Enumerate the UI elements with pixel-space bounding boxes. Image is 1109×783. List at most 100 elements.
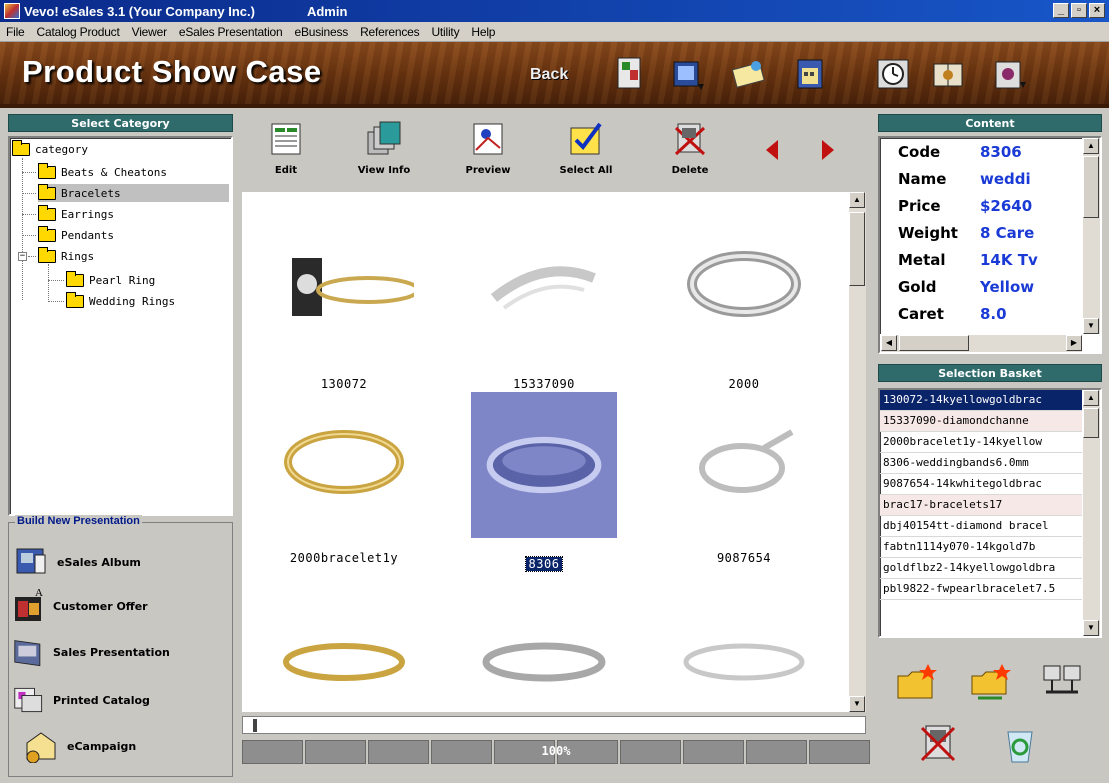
tree-node-beats-cheatons[interactable]: Beats & Cheatons — [38, 162, 167, 181]
scroll-down-icon[interactable]: ▼ — [849, 696, 865, 712]
scroll-down-icon[interactable]: ▼ — [1083, 620, 1099, 636]
detail-value: 8306 — [980, 143, 1022, 161]
product-item[interactable] — [254, 622, 434, 712]
list-item[interactable]: 9087654-14kwhitegoldbrac — [880, 474, 1082, 495]
view-info-button[interactable]: View Info — [344, 120, 424, 176]
scroll-thumb[interactable] — [849, 212, 865, 286]
menu-file[interactable]: File — [0, 25, 31, 39]
recycle-bin-icon[interactable] — [998, 722, 1042, 766]
previous-arrow-icon[interactable] — [766, 140, 778, 160]
product-image — [284, 430, 404, 494]
menu-catalog-product[interactable]: Catalog Product — [31, 25, 126, 39]
folder-icon — [66, 291, 84, 308]
ecampaign-button[interactable]: eCampaign — [23, 729, 136, 763]
menu-utility[interactable]: Utility — [425, 25, 465, 39]
detail-value: weddi — [980, 170, 1031, 188]
scroll-thumb[interactable] — [899, 335, 969, 351]
product-item[interactable]: 9087654 — [654, 392, 834, 565]
delete-icon[interactable] — [916, 720, 960, 764]
select-category-header: Select Category — [8, 114, 233, 132]
list-item[interactable]: brac17-bracelets17 — [880, 495, 1082, 516]
list-item[interactable]: dbj40154tt-diamond bracel — [880, 516, 1082, 537]
content-hscroll[interactable]: ◀ ▶ — [880, 334, 1082, 352]
tree-node-wedding-rings[interactable]: Wedding Rings — [66, 291, 175, 310]
exit-icon[interactable] — [990, 54, 1030, 94]
new-folder-icon[interactable] — [894, 660, 938, 704]
banner: Product Show Case Back — [0, 42, 1109, 108]
sales-presentation-button[interactable]: Sales Presentation — [13, 635, 170, 669]
selection-basket-list[interactable]: 130072-14kyellowgoldbrac 15337090-diamon… — [878, 388, 1102, 638]
scroll-thumb[interactable] — [1083, 156, 1099, 218]
delete-button[interactable]: Delete — [650, 120, 730, 176]
next-arrow-icon[interactable] — [822, 140, 834, 160]
close-button[interactable]: × — [1089, 3, 1105, 18]
build-new-presentation-group: Build New Presentation eSales Album A Cu… — [8, 515, 233, 777]
product-item-selected[interactable]: 8306 — [454, 392, 634, 572]
tree-node-rings[interactable]: Rings — [38, 246, 94, 265]
customer-offer-button[interactable]: A Customer Offer — [13, 587, 148, 623]
selected-product-label: 8306 — [524, 556, 564, 572]
scroll-right-icon[interactable]: ▶ — [1066, 335, 1082, 351]
horizontal-slider[interactable] — [242, 716, 866, 734]
menu-help[interactable]: Help — [465, 25, 501, 39]
product-item[interactable]: 130072 — [254, 218, 434, 391]
network-icon[interactable] — [1040, 660, 1084, 704]
detail-key: Caret — [898, 305, 944, 323]
back-button[interactable]: Back — [530, 66, 568, 84]
preview-button[interactable]: Preview — [448, 120, 528, 176]
offer-icon: A — [13, 587, 47, 623]
list-item[interactable]: 2000bracelet1y-14kyellow — [880, 432, 1082, 453]
menu-esales-presentation[interactable]: eSales Presentation — [173, 25, 289, 39]
product-catalog-icon[interactable] — [610, 54, 650, 94]
list-item[interactable]: pbl9822-fwpearlbracelet7.5 — [880, 579, 1082, 600]
share-folder-icon[interactable] — [968, 660, 1012, 704]
menu-viewer[interactable]: Viewer — [126, 25, 173, 39]
basket-scrollbar[interactable]: ▲ ▼ — [1082, 390, 1100, 636]
tree-node-category[interactable]: category — [12, 139, 88, 158]
list-item[interactable]: 15337090-diamondchanne — [880, 411, 1082, 432]
list-item[interactable]: goldflbz2-14kyellowgoldbra — [880, 558, 1082, 579]
product-item[interactable] — [454, 622, 634, 712]
product-item[interactable]: 15337090 — [454, 218, 634, 391]
scroll-down-icon[interactable]: ▼ — [1083, 318, 1099, 334]
scroll-up-icon[interactable]: ▲ — [1083, 138, 1099, 154]
list-item[interactable]: 130072-14kyellowgoldbrac — [880, 390, 1082, 411]
list-item[interactable]: 8306-weddingbands6.0mm — [880, 453, 1082, 474]
product-item[interactable]: 2000bracelet1y — [254, 392, 434, 565]
printed-catalog-button[interactable]: Printed Catalog — [13, 683, 150, 717]
product-item[interactable]: 2000 — [654, 218, 834, 391]
collapse-rings-toggle[interactable]: − — [18, 252, 27, 261]
select-all-button[interactable]: Select All — [546, 120, 626, 176]
progress-label: 100% — [541, 744, 571, 758]
tree-node-pearl-ring[interactable]: Pearl Ring — [66, 270, 155, 289]
scroll-up-icon[interactable]: ▲ — [849, 192, 865, 208]
viewer-icon[interactable] — [668, 54, 708, 94]
scroll-left-icon[interactable]: ◀ — [881, 335, 897, 351]
tree-node-earrings[interactable]: Earrings — [38, 204, 114, 223]
scroll-thumb[interactable] — [1083, 408, 1099, 438]
content-vscroll[interactable]: ▲ ▼ — [1082, 138, 1100, 334]
product-grid-scrollbar[interactable]: ▲ ▼ — [848, 192, 866, 712]
folder-icon — [38, 204, 56, 221]
book-icon[interactable] — [928, 54, 968, 94]
edit-icon — [271, 123, 301, 155]
report-icon[interactable] — [790, 54, 830, 94]
category-tree[interactable]: category Beats & Cheatons Bracelets Earr… — [8, 136, 233, 516]
progress-bar: 100% — [242, 740, 870, 764]
menu-ebusiness[interactable]: eBusiness — [288, 25, 354, 39]
tree-node-bracelets[interactable]: Bracelets — [38, 183, 229, 202]
tree-node-pendants[interactable]: Pendants — [38, 225, 114, 244]
clock-icon[interactable] — [874, 54, 914, 94]
menu-references[interactable]: References — [354, 25, 425, 39]
product-item[interactable] — [654, 622, 834, 712]
album-icon — [16, 548, 46, 574]
minimize-button[interactable]: _ — [1053, 3, 1069, 18]
list-item[interactable]: fabtn1114y070-14kgold7b — [880, 537, 1082, 558]
maximize-button[interactable]: ▫ — [1071, 3, 1087, 18]
esales-album-button[interactable]: eSales Album — [13, 545, 141, 579]
detail-key: Code — [898, 143, 941, 161]
edit-button[interactable]: Edit — [246, 120, 326, 176]
mail-icon[interactable] — [728, 54, 768, 94]
scroll-up-icon[interactable]: ▲ — [1083, 390, 1099, 406]
product-image — [283, 643, 405, 681]
